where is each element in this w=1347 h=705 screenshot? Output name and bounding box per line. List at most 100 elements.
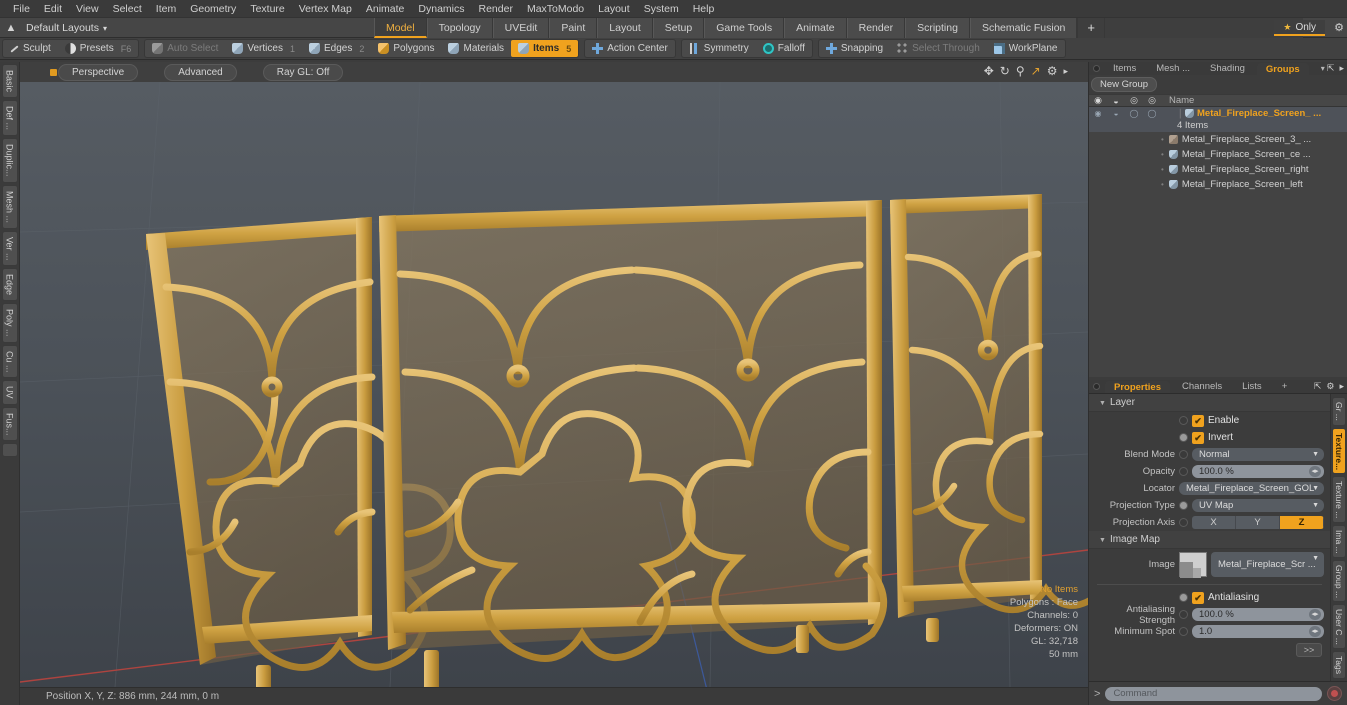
projection-axis-animate-dot[interactable] [1179,518,1188,527]
left-tab-fusion[interactable]: Fus... [1,406,18,442]
tool-auto-select[interactable]: Auto Select [145,40,225,57]
command-input[interactable]: Command [1105,686,1322,701]
left-tab-mesh[interactable]: Mesh ... [1,184,18,229]
antialiasing-animate-dot[interactable] [1179,593,1188,602]
tool-polygons[interactable]: Polygons [371,40,441,57]
tool-vertices[interactable]: Vertices 1 [225,40,302,57]
right-tab-texture[interactable]: Texture ... [1332,475,1346,523]
tool-edges[interactable]: Edges 2 [302,40,371,57]
more-options-button[interactable]: >> [1296,643,1322,657]
eye-icon[interactable]: ◉ [1089,95,1107,106]
layout-tab-schematic-fusion[interactable]: Schematic Fusion [969,18,1078,38]
gear-icon[interactable]: ⚙ [1047,64,1058,78]
locator-dropdown[interactable]: Metal_Fireplace_Screen_GOL ... ▼ [1179,482,1324,495]
aa-strength-animate-dot[interactable] [1179,610,1188,619]
menu-item-geometry[interactable]: Geometry [183,0,243,18]
panel-tab-mesh[interactable]: Mesh ... [1147,62,1199,75]
menu-item-select[interactable]: Select [106,0,149,18]
gear-icon[interactable]: ⚙ [1334,21,1344,34]
right-tab-tags[interactable]: Tags [1332,651,1346,680]
blend-mode-dropdown[interactable]: Normal ▼ [1192,448,1324,461]
layout-tab-render[interactable]: Render [846,18,906,38]
menu-item-dynamics[interactable]: Dynamics [411,0,471,18]
layout-tab-animate[interactable]: Animate [784,18,847,38]
tool-snapping[interactable]: Snapping [819,40,890,57]
left-tab-basic[interactable]: Basic [1,64,18,99]
layout-tab-layout[interactable]: Layout [597,18,653,38]
tool-action-center[interactable]: Action Center [585,40,675,57]
tool-sculpt[interactable]: Sculpt [3,40,58,57]
expand-icon[interactable]: ⇱ [1327,63,1335,74]
opacity-animate-dot[interactable] [1179,467,1188,476]
left-tab-vertex[interactable]: Ver ... [1,230,18,267]
left-tab-duplicate[interactable]: Duplic... [1,138,18,183]
panel-menu-icon[interactable] [1093,65,1100,72]
list-item[interactable]: • Metal_Fireplace_Screen_right [1089,162,1347,177]
arrow-icon[interactable]: ▸ [1063,64,1068,78]
left-tab-curve[interactable]: Cu ... [1,344,18,379]
layout-tab-model[interactable]: Model [374,18,427,38]
panel-tab-items[interactable]: Items [1104,62,1145,75]
add-panel-tab-button[interactable]: + [1273,380,1297,393]
tool-select-through[interactable]: Select Through [890,40,987,57]
zoom-icon[interactable]: ⚲ [1016,64,1025,78]
right-tab-texture-selected[interactable]: Texture... [1332,427,1346,474]
panel-tab-shading[interactable]: Shading [1201,62,1254,75]
fit-icon[interactable]: ↗ [1031,64,1041,78]
aa-strength-input[interactable]: 100.0 % ◂▸ [1192,608,1324,621]
panel-tab-channels[interactable]: Channels [1173,380,1231,393]
select-icon[interactable]: ◎ [1143,95,1161,106]
list-item[interactable]: • Metal_Fireplace_Screen_ce ... [1089,147,1347,162]
arrow-icon[interactable]: ▸ [1339,381,1344,392]
layout-tab-paint[interactable]: Paint [549,18,598,38]
projection-axis-y[interactable]: Y [1236,516,1280,529]
select-icon[interactable]: ◯ [1143,109,1161,118]
default-layouts-dropdown[interactable]: Default Layouts ▾ [22,22,107,34]
panel-tab-properties[interactable]: Properties [1104,380,1171,393]
invert-animate-dot[interactable] [1179,433,1188,442]
tool-workplane[interactable]: WorkPlane [987,40,1065,57]
menu-item-help[interactable]: Help [686,0,722,18]
rotate-icon[interactable]: ↻ [1000,64,1010,78]
menu-item-layout[interactable]: Layout [591,0,637,18]
image-thumbnail[interactable] [1179,552,1207,578]
menu-item-view[interactable]: View [69,0,106,18]
minimum-spot-stepper[interactable]: ◂▸ [1309,626,1321,637]
right-tab-user-channels[interactable]: User C ... [1332,604,1346,650]
minimum-spot-animate-dot[interactable] [1179,627,1188,636]
list-item[interactable]: • Metal_Fireplace_Screen_3_ ... [1089,132,1347,147]
home-icon[interactable]: ▲ [0,22,22,34]
viewport-perspective-button[interactable]: Perspective [58,63,139,81]
projection-axis-x[interactable]: X [1192,516,1236,529]
menu-item-system[interactable]: System [637,0,686,18]
invert-checkbox[interactable]: ✔ [1192,431,1204,444]
left-tab-deform[interactable]: Def ... [1,100,18,137]
pan-icon[interactable]: ✥ [984,64,994,78]
projection-axis-z[interactable]: Z [1280,516,1324,529]
menu-item-texture[interactable]: Texture [243,0,291,18]
right-tab-group[interactable]: Group ... [1332,559,1346,603]
list-item[interactable]: • Metal_Fireplace_Screen_left [1089,177,1347,192]
right-tab-groups[interactable]: Gr ... [1332,397,1346,426]
gear-icon[interactable]: ⚙ [1326,381,1334,392]
render-icon[interactable]: ◒ [1107,96,1125,106]
panel-menu-icon[interactable] [1093,383,1100,390]
tool-materials[interactable]: Materials [441,40,511,57]
menu-item-vertex-map[interactable]: Vertex Map [292,0,359,18]
blend-mode-animate-dot[interactable] [1179,450,1188,459]
add-layout-tab-button[interactable]: + [1077,18,1105,38]
menu-item-animate[interactable]: Animate [359,0,412,18]
panel-tab-lists[interactable]: Lists [1233,380,1271,393]
left-tab-collapse-handle[interactable] [1,443,18,458]
menu-item-render[interactable]: Render [472,0,520,18]
eye-icon[interactable]: ◉ [1089,109,1107,118]
expand-icon[interactable]: ⇱ [1314,381,1322,392]
opacity-stepper[interactable]: ◂▸ [1309,466,1321,477]
section-image-map[interactable]: ▼ Image Map [1089,531,1330,549]
right-tab-images[interactable]: Ima ... [1332,524,1346,558]
menu-item-maxtomodo[interactable]: MaxToModo [520,0,591,18]
tool-presets[interactable]: Presets F6 [58,40,138,57]
table-row[interactable]: ◉ ◒ ◯ ◯ │ Metal_Fireplace_Screen_ ... [1089,107,1347,120]
layout-tab-scripting[interactable]: Scripting [905,18,970,38]
image-dropdown[interactable]: Metal_Fireplace_Scr ... ▼ [1211,552,1324,577]
